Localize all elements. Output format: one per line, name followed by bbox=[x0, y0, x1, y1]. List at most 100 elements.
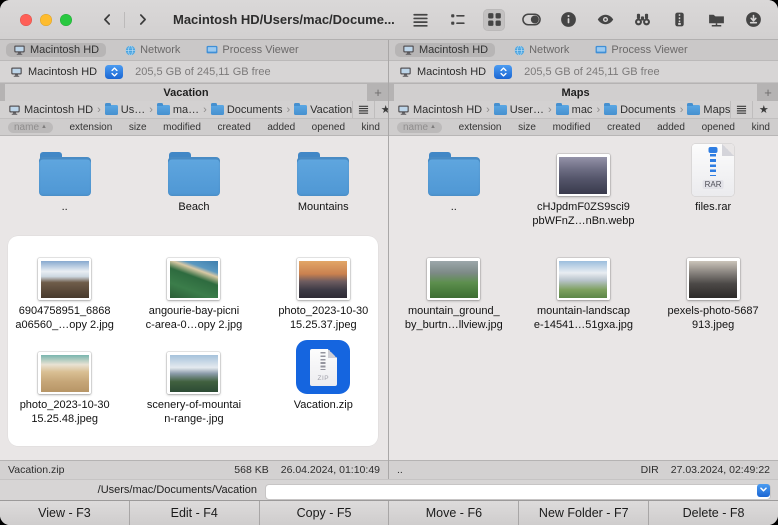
column-header-extension[interactable]: extension bbox=[459, 122, 502, 133]
file-manager-window: Macintosh HD/Users/mac/Docume... Macinto… bbox=[0, 0, 778, 525]
breadcrumb-item[interactable]: Macintosh HD bbox=[8, 104, 93, 116]
file-name-line: 15.25.37.jpeg bbox=[278, 319, 368, 333]
new-tab-button[interactable]: + bbox=[758, 83, 778, 101]
folder-icon bbox=[157, 105, 170, 115]
column-header-modified[interactable]: modified bbox=[553, 122, 591, 133]
breadcrumb-item[interactable]: Documents bbox=[604, 104, 676, 116]
move-button[interactable]: Move - F6 bbox=[389, 501, 519, 525]
column-header-size[interactable]: size bbox=[518, 122, 536, 133]
tab-process-viewer[interactable]: Process Viewer bbox=[588, 43, 694, 57]
breadcrumb-item[interactable]: Us… bbox=[105, 104, 145, 116]
new-tab-button[interactable]: + bbox=[368, 83, 388, 101]
star-icon: ★ bbox=[381, 103, 388, 116]
column-header-size[interactable]: size bbox=[129, 122, 147, 133]
archive-icon[interactable] bbox=[668, 9, 690, 31]
minimize-button[interactable] bbox=[40, 14, 52, 26]
breadcrumb-item[interactable]: Macintosh HD bbox=[397, 104, 482, 116]
divider bbox=[124, 12, 125, 28]
network-icon[interactable] bbox=[705, 9, 727, 31]
file-item[interactable]: cHJpdmF0ZS9sci9pbWFnZ…nBn.webp bbox=[519, 140, 649, 228]
breadcrumb-item[interactable]: Vacation bbox=[294, 104, 352, 116]
rar-badge: RAR bbox=[703, 180, 724, 189]
column-header-added[interactable]: added bbox=[267, 122, 295, 133]
file-item[interactable]: RARfiles.rar bbox=[648, 140, 778, 228]
breadcrumb-label: ma… bbox=[173, 104, 199, 116]
close-button[interactable] bbox=[20, 14, 32, 26]
brief-view-icon[interactable] bbox=[446, 9, 468, 31]
file-item[interactable]: .. bbox=[389, 140, 519, 228]
breadcrumb-item[interactable]: User… bbox=[494, 104, 544, 116]
column-header-name[interactable]: name▲ bbox=[8, 122, 53, 133]
view-button[interactable]: View - F3 bbox=[0, 501, 130, 525]
hidden-files-toggle-icon[interactable] bbox=[520, 9, 542, 31]
folder-tab[interactable]: Maps bbox=[394, 84, 757, 101]
breadcrumb-menu-button[interactable] bbox=[352, 101, 374, 118]
breadcrumb-item[interactable]: mac bbox=[556, 104, 593, 116]
column-header-kind[interactable]: kind bbox=[752, 122, 770, 133]
search-icon[interactable] bbox=[631, 9, 653, 31]
column-header-added[interactable]: added bbox=[657, 122, 685, 133]
new-folder-button[interactable]: New Folder - F7 bbox=[519, 501, 649, 525]
column-header-extension[interactable]: extension bbox=[69, 122, 112, 133]
tab-macintosh-hd[interactable]: Macintosh HD bbox=[395, 43, 495, 57]
favorites-button[interactable]: ★ bbox=[752, 101, 774, 118]
column-header-created[interactable]: created bbox=[217, 122, 250, 133]
quick-look-icon[interactable] bbox=[594, 9, 616, 31]
column-header-name[interactable]: name▲ bbox=[397, 122, 442, 133]
file-item[interactable]: scenery-of-mountain-range-.jpg bbox=[129, 338, 258, 426]
tab-macintosh-hd[interactable]: Macintosh HD bbox=[6, 43, 106, 57]
file-item[interactable]: 6904758951_6868a06560_…opy 2.jpg bbox=[0, 244, 129, 332]
file-area: ..Beach Mountains 6904758951_6868a06560_…o… bbox=[0, 136, 388, 460]
file-item[interactable]: .. bbox=[0, 140, 129, 215]
file-row: photo_2023-10-3015.25.48.jpegscenery-of-… bbox=[0, 338, 388, 426]
photo-image bbox=[299, 261, 347, 298]
tab-network[interactable]: Network bbox=[118, 43, 187, 57]
file-item[interactable]: mountain_ground_by_burtn…llview.jpg bbox=[389, 244, 519, 332]
thumbnail-view-icon[interactable] bbox=[483, 9, 505, 31]
zipper-icon bbox=[321, 352, 326, 370]
photo-thumbnail bbox=[38, 352, 91, 394]
command-history-dropdown[interactable] bbox=[757, 484, 770, 497]
folder-icon bbox=[687, 105, 700, 115]
breadcrumb-menu-button[interactable] bbox=[730, 101, 752, 118]
tab-process-viewer[interactable]: Process Viewer bbox=[199, 43, 305, 57]
info-icon[interactable] bbox=[557, 9, 579, 31]
file-item[interactable]: Mountains bbox=[259, 140, 388, 215]
file-item[interactable]: angourie-bay-picnic-area-0…opy 2.jpg bbox=[129, 244, 258, 332]
file-item[interactable]: mountain-landscape-14541…51gxa.jpg bbox=[519, 244, 649, 332]
file-item[interactable]: pexels-photo-5687913.jpeg bbox=[648, 244, 778, 332]
drive-selector[interactable] bbox=[105, 65, 123, 79]
back-button[interactable] bbox=[94, 9, 120, 31]
list-view-icon[interactable] bbox=[409, 9, 431, 31]
breadcrumb-item[interactable]: Documents bbox=[211, 104, 283, 116]
zipper-pull-icon bbox=[709, 147, 718, 153]
breadcrumb-item[interactable]: ma… bbox=[157, 104, 199, 116]
file-name-line: 15.25.48.jpeg bbox=[20, 413, 110, 427]
breadcrumb-separator: › bbox=[203, 104, 207, 116]
copy-button[interactable]: Copy - F5 bbox=[260, 501, 390, 525]
column-header-opened[interactable]: opened bbox=[702, 122, 735, 133]
edit-button[interactable]: Edit - F4 bbox=[130, 501, 260, 525]
column-header-modified[interactable]: modified bbox=[163, 122, 201, 133]
command-line-input[interactable] bbox=[265, 484, 771, 500]
zoom-button[interactable] bbox=[60, 14, 72, 26]
folder-tab[interactable]: Vacation bbox=[5, 84, 367, 101]
tab-label: Process Viewer bbox=[222, 44, 298, 56]
tab-network[interactable]: Network bbox=[507, 43, 576, 57]
delete-button[interactable]: Delete - F8 bbox=[649, 501, 778, 525]
command-input-wrap bbox=[265, 482, 771, 498]
file-name: Mountains bbox=[298, 201, 349, 215]
forward-button[interactable] bbox=[129, 9, 155, 31]
file-item[interactable]: photo_2023-10-3015.25.48.jpeg bbox=[0, 338, 129, 426]
drive-selector[interactable] bbox=[494, 65, 512, 79]
download-icon[interactable] bbox=[742, 9, 764, 31]
breadcrumb-item[interactable]: Maps bbox=[687, 104, 730, 116]
column-headers: name▲ extension size modified created added op… bbox=[0, 119, 388, 136]
favorites-button[interactable]: ★ bbox=[374, 101, 388, 118]
file-item[interactable]: Beach bbox=[129, 140, 258, 215]
column-header-kind[interactable]: kind bbox=[362, 122, 380, 133]
column-header-opened[interactable]: opened bbox=[312, 122, 345, 133]
file-item[interactable]: ZIPVacation.zip bbox=[259, 338, 388, 426]
file-item[interactable]: photo_2023-10-3015.25.37.jpeg bbox=[259, 244, 388, 332]
column-header-created[interactable]: created bbox=[607, 122, 640, 133]
